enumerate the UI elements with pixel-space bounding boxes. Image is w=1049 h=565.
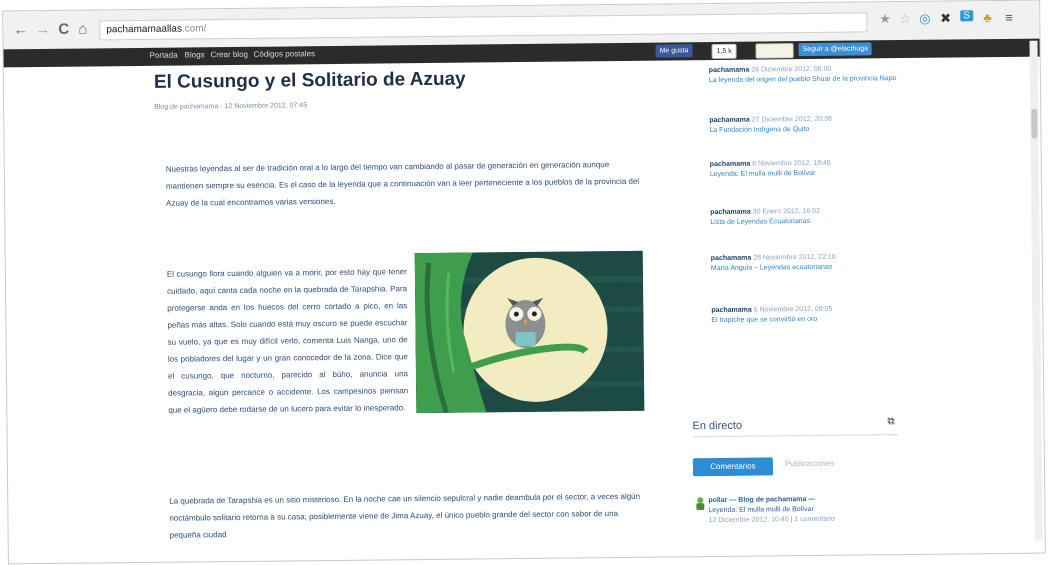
recent-author: pachamama xyxy=(709,116,750,125)
recent-link[interactable]: La Fundación Indígena de Quito xyxy=(709,126,809,134)
back-icon[interactable]: ← xyxy=(13,21,28,38)
recent-author: pachamama xyxy=(708,66,750,75)
avatar xyxy=(696,497,705,511)
forward-icon[interactable]: → xyxy=(35,21,50,38)
recent-item[interactable]: pachamama 27 Diciembre 2012, 20:38 La Fu… xyxy=(709,114,899,136)
recent-date: 6 Noviembre 2012, 09:05 xyxy=(753,305,833,314)
comment-blog[interactable]: — Blog de pachamama — xyxy=(729,496,815,504)
facebook-like-label: Me gusta xyxy=(659,47,689,55)
comment-link[interactable]: Leyenda: El mulla mulli de Bolívar xyxy=(708,506,814,514)
extension-eye-icon[interactable]: ◎ xyxy=(919,11,931,27)
recent-author: pachamama xyxy=(710,208,751,217)
article-paragraph-3: La quebrada de Tarapshia es un sitio mis… xyxy=(169,491,641,540)
share-box[interactable] xyxy=(755,43,794,59)
menu-icon[interactable]: ≡ xyxy=(1005,10,1013,25)
recent-link[interactable]: Leyenda: El mulla mulli de Bolívar xyxy=(710,170,816,178)
menu-crear-blog[interactable]: Crear blog xyxy=(211,50,248,59)
address-bar[interactable]: pachamamaallas.com/ xyxy=(99,12,868,41)
comment-author[interactable]: pollar xyxy=(708,497,727,504)
recent-link[interactable]: La leyenda del origen del pueblo Shuar d… xyxy=(709,75,897,84)
comment-date: 12 Diciembre 2012, 10:40 | 1 comentario xyxy=(708,515,835,525)
tab-comentarios[interactable]: Comentarios xyxy=(692,457,774,477)
menu-blogs[interactable]: Blogs xyxy=(185,50,205,59)
live-divider xyxy=(692,434,898,438)
recent-item[interactable]: pachamama 30 Enero 2012, 16:02 Lista de … xyxy=(710,206,900,228)
url-host: pachamamaallas xyxy=(106,23,182,36)
article-meta: Blog de pachamama · 12 Noviembre 2012, 0… xyxy=(154,102,308,111)
recent-author: pachamama xyxy=(709,160,751,169)
extension-x-icon[interactable]: ✖ xyxy=(940,11,951,27)
article-title[interactable]: El Cusungo y el Solitario de Azuay xyxy=(154,69,466,94)
menu-portada[interactable]: Portada xyxy=(150,51,178,60)
recent-date: 30 Enero 2012, 16:02 xyxy=(752,207,821,216)
recent-author: pachamama xyxy=(710,254,752,263)
menu-codigos-postales[interactable]: Códigos postales xyxy=(254,49,315,59)
article-paragraph-1: Nuestras leyendas al ser de tradición or… xyxy=(165,160,640,208)
recent-item[interactable]: pachamama 28 Noviembre 2012, 22:10 María… xyxy=(711,252,901,274)
recent-date: 8 Noviembre 2012, 19:45 xyxy=(752,159,831,168)
recent-link[interactable]: El trapiche que se convirtió en oro xyxy=(711,316,817,324)
home-icon[interactable]: ⌂ xyxy=(78,21,87,38)
recent-item[interactable]: pachamama 6 Noviembre 2012, 09:05 El tra… xyxy=(711,304,901,326)
live-comment[interactable]: pollar — Blog de pachamama — Leyenda: El… xyxy=(708,494,898,526)
bookmark-star-icon[interactable]: ★ xyxy=(879,11,891,27)
reload-icon[interactable]: C xyxy=(58,21,69,38)
owl-moon-tree-image xyxy=(414,250,645,414)
tab-publicaciones[interactable]: Publicaciones xyxy=(785,459,834,469)
recent-item[interactable]: pachamama 24 Diciembre 2012, 06:00 La le… xyxy=(709,64,899,86)
scrollbar-thumb[interactable] xyxy=(1031,108,1038,139)
recent-date: 28 Noviembre 2012, 22:10 xyxy=(753,253,836,262)
popout-icon[interactable]: ⧉ xyxy=(887,416,894,427)
live-section-title: En directo xyxy=(692,419,743,433)
like-count: 1,5 k xyxy=(711,43,737,60)
recent-date: 24 Diciembre 2012, 06:00 xyxy=(751,65,832,74)
twitter-follow-label: Seguir a @elacthuga xyxy=(802,45,869,54)
extension-outline-star-icon[interactable]: ☆ xyxy=(899,11,911,27)
page-content: El Cusungo y el Solitario de Azuay Blog … xyxy=(4,57,1045,564)
recent-link[interactable]: María Angula – Leyendas ecuatorianas xyxy=(711,264,832,272)
owl-illustration xyxy=(414,250,645,414)
extension-puzzle-icon[interactable]: ♣ xyxy=(983,10,992,25)
url-path: .com/ xyxy=(181,23,207,35)
recent-link[interactable]: Lista de Leyendas Ecuatorianas xyxy=(710,218,810,226)
twitter-follow-button[interactable]: Seguir a @elacthuga xyxy=(798,42,873,57)
recent-author: pachamama xyxy=(711,306,752,315)
article-paragraph-2: El cusungo llora cuando alguien va a mor… xyxy=(166,267,409,415)
facebook-like-button[interactable]: Me gusta xyxy=(655,44,693,58)
recent-date: 27 Diciembre 2012, 20:38 xyxy=(751,115,832,124)
browser-window: ← → C ⌂ pachamamaallas.com/ ★ ☆ ◎ ✖ S ♣ … xyxy=(3,0,1045,564)
recent-item[interactable]: pachamama 8 Noviembre 2012, 19:45 Leyend… xyxy=(710,158,900,180)
skype-icon[interactable]: S xyxy=(960,10,973,22)
